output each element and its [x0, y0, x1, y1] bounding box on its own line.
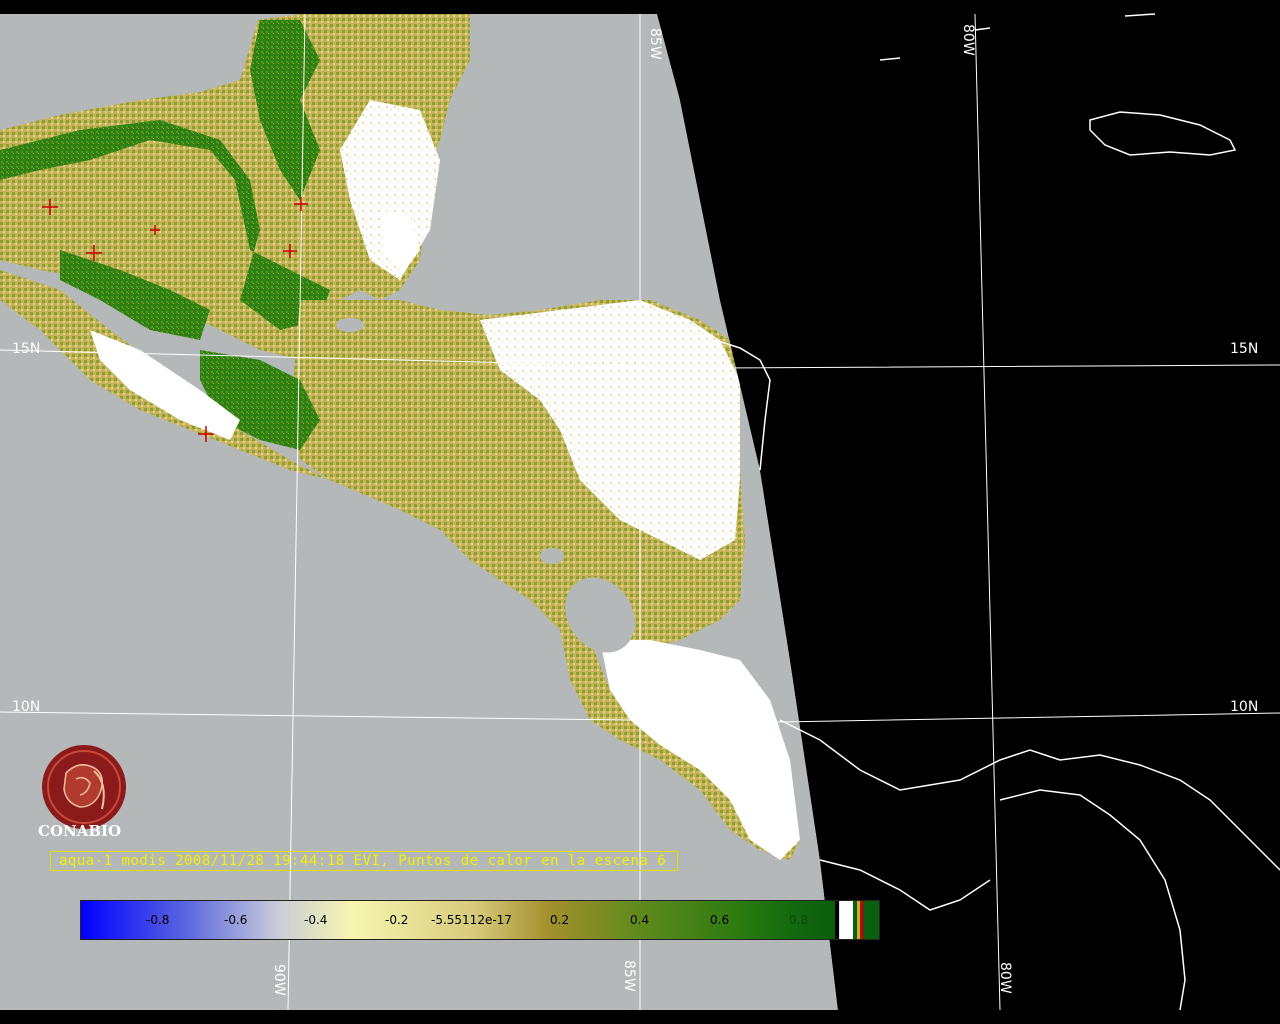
colorbar-tick: -0.4 — [304, 913, 328, 927]
colorbar-tick: -0.2 — [385, 913, 409, 927]
colorbar-tick: 0.6 — [710, 913, 730, 927]
lon-label-80w-bottom: 80W — [997, 962, 1013, 994]
caption: aqua-1 modis 2008/11/28 19:44:18 EVI, Pu… — [59, 853, 667, 869]
lon-label-80w-top: 80W — [960, 24, 976, 56]
logo-text: CONABIO — [38, 822, 122, 840]
lat-label-10n-left: 10N — [12, 699, 41, 715]
colorbar-tick: -5.55112e-17 — [431, 913, 512, 927]
lon-label-90w-bottom: 90W — [271, 964, 287, 996]
colorbar-tick: -0.8 — [146, 913, 170, 927]
lake-managua — [540, 548, 564, 564]
lat-label-15n-right: 15N — [1230, 341, 1259, 357]
lon-label-85w-top: 85W — [647, 28, 663, 60]
colorbar-tick: -0.6 — [224, 913, 248, 927]
lon-label-85w-bottom: 85W — [621, 960, 637, 992]
lat-label-10n-right: 10N — [1230, 699, 1259, 715]
satellite-map: 15N 15N 10N 10N 85W 80W 90W 85W 80W CONA… — [0, 0, 1280, 1024]
colorbar-tick: 0.4 — [630, 913, 650, 927]
lat-label-15n-left: 15N — [12, 341, 41, 357]
colorbar-tick: 0.8 — [789, 913, 809, 927]
lake-izabal — [336, 318, 364, 332]
colorbar-tick: 0.2 — [550, 913, 570, 927]
